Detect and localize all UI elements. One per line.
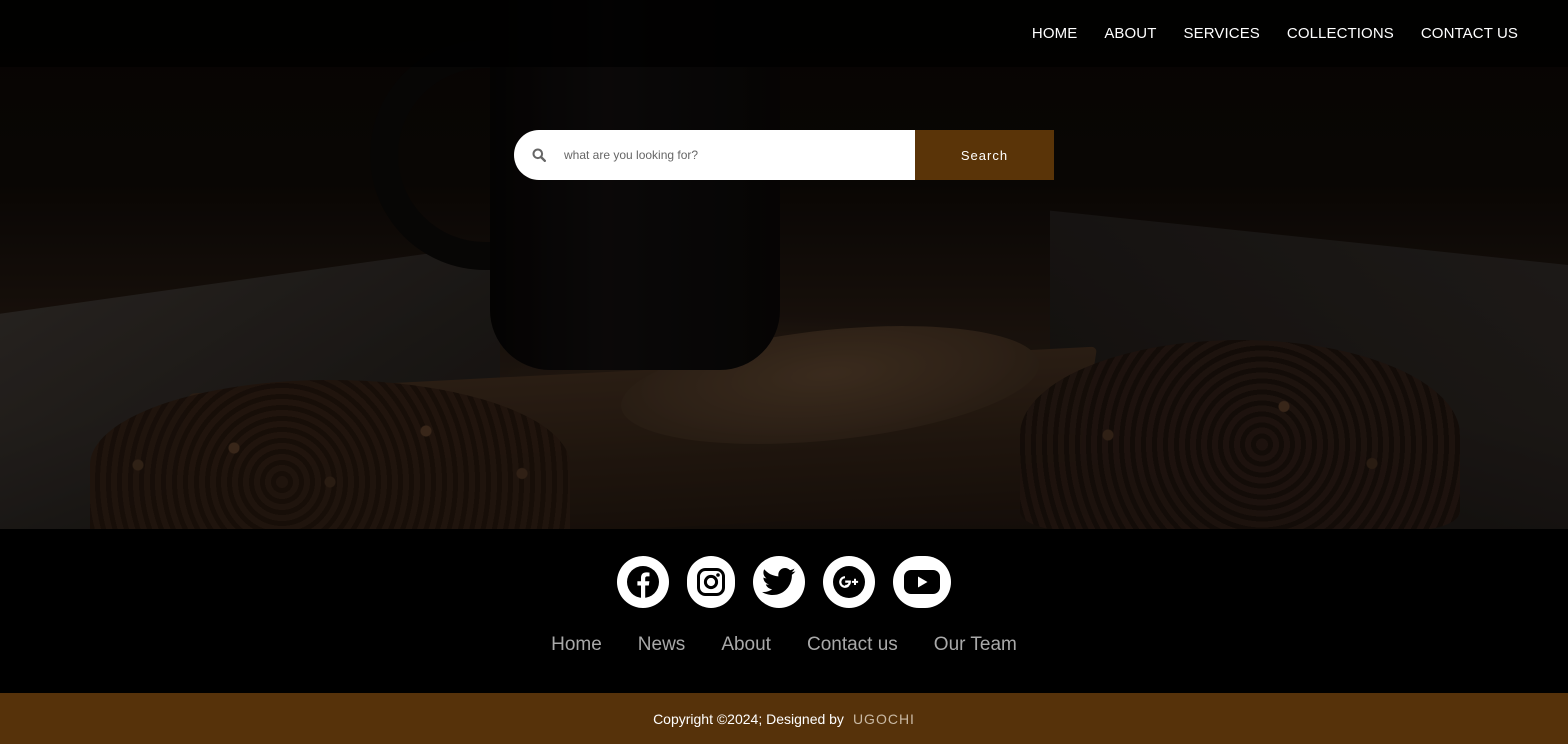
copyright-bar: Copyright ©2024; Designed by UGOCHI	[0, 693, 1568, 744]
footer-link-news[interactable]: News	[638, 634, 686, 656]
top-navbar: HOME ABOUT SERVICES COLLECTIONS CONTACT …	[0, 0, 1568, 67]
search-button[interactable]: Search	[915, 130, 1054, 180]
copyright-text: Copyright ©2024; Designed by	[653, 710, 844, 727]
nav-item-home[interactable]: HOME	[1032, 25, 1077, 42]
search-icon	[531, 147, 547, 163]
hero-overlay	[0, 0, 1568, 529]
facebook-icon[interactable]	[617, 556, 669, 608]
hero-banner: HOME ABOUT SERVICES COLLECTIONS CONTACT …	[0, 0, 1568, 529]
twitter-icon[interactable]	[753, 556, 805, 608]
footer-link-our-team[interactable]: Our Team	[934, 634, 1017, 656]
nav-item-services[interactable]: SERVICES	[1184, 25, 1260, 42]
search-bar: Search	[514, 130, 1054, 180]
nav-menu: HOME ABOUT SERVICES COLLECTIONS CONTACT …	[1032, 0, 1518, 67]
youtube-icon[interactable]	[893, 556, 951, 608]
copyright-author-link[interactable]: UGOCHI	[853, 711, 915, 727]
nav-item-collections[interactable]: COLLECTIONS	[1287, 25, 1394, 42]
footer-link-home[interactable]: Home	[551, 634, 602, 656]
footer: Home News About Contact us Our Team	[0, 529, 1568, 693]
footer-link-about[interactable]: About	[721, 634, 771, 656]
nav-item-about[interactable]: ABOUT	[1104, 25, 1156, 42]
instagram-icon[interactable]	[687, 556, 735, 608]
search-input[interactable]	[562, 147, 892, 163]
search-box	[514, 130, 915, 180]
social-icons	[0, 556, 1568, 608]
footer-nav: Home News About Contact us Our Team	[0, 634, 1568, 656]
footer-link-contact-us[interactable]: Contact us	[807, 634, 898, 656]
nav-item-contact-us[interactable]: CONTACT US	[1421, 25, 1518, 42]
google-plus-icon[interactable]	[823, 556, 875, 608]
